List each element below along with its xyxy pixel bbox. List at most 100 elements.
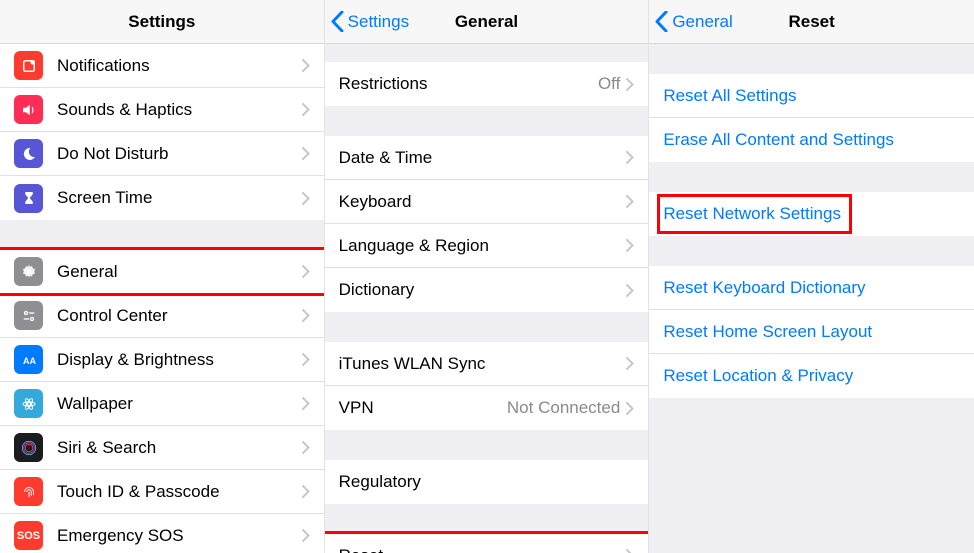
row-label: Keyboard: [339, 192, 627, 212]
row-display-brightness[interactable]: AA Display & Brightness: [0, 338, 324, 382]
row-label: Control Center: [57, 306, 302, 326]
row-label: Date & Time: [339, 148, 627, 168]
general-list[interactable]: Restrictions Off Date & Time Keyboard La…: [325, 44, 649, 553]
chevron-right-icon: [302, 103, 310, 116]
row-label: Erase All Content and Settings: [663, 130, 960, 150]
row-do-not-disturb[interactable]: Do Not Disturb: [0, 132, 324, 176]
fingerprint-icon: [14, 477, 43, 506]
row-regulatory[interactable]: Regulatory: [325, 460, 649, 504]
chevron-right-icon: [302, 309, 310, 322]
row-label: Reset All Settings: [663, 86, 960, 106]
row-label: Regulatory: [339, 472, 635, 492]
chevron-right-icon: [626, 151, 634, 164]
row-label: Language & Region: [339, 236, 627, 256]
row-vpn[interactable]: VPN Not Connected: [325, 386, 649, 430]
row-reset-all-settings[interactable]: Reset All Settings: [649, 74, 974, 118]
chevron-left-icon: [655, 11, 668, 32]
navbar-general: Settings General: [325, 0, 649, 44]
row-detail: Off: [598, 74, 620, 94]
row-label: Reset Location & Privacy: [663, 366, 960, 386]
row-label: Emergency SOS: [57, 526, 302, 546]
navbar-settings: Settings: [0, 0, 324, 44]
chevron-right-icon: [626, 78, 634, 91]
settings-pane: Settings Notifications Sounds & Haptics …: [0, 0, 325, 553]
back-label: General: [672, 12, 732, 32]
chevron-left-icon: [331, 11, 344, 32]
control-center-icon: [14, 301, 43, 330]
chevron-right-icon: [302, 265, 310, 278]
row-notifications[interactable]: Notifications: [0, 44, 324, 88]
sos-icon: SOS: [14, 521, 43, 550]
row-label: Reset Home Screen Layout: [663, 322, 960, 342]
chevron-right-icon: [302, 59, 310, 72]
row-label: Do Not Disturb: [57, 144, 302, 164]
siri-icon: [14, 433, 43, 462]
row-detail: Not Connected: [507, 398, 620, 418]
row-date-time[interactable]: Date & Time: [325, 136, 649, 180]
row-label: Reset: [339, 546, 627, 553]
chevron-right-icon: [626, 549, 634, 553]
reset-pane: General Reset Reset All Settings Erase A…: [649, 0, 974, 553]
row-touch-id-passcode[interactable]: Touch ID & Passcode: [0, 470, 324, 514]
row-label: Reset Network Settings: [663, 204, 960, 224]
chevron-right-icon: [626, 239, 634, 252]
gear-icon: [14, 257, 43, 286]
row-screen-time[interactable]: Screen Time: [0, 176, 324, 220]
nav-title: Settings: [0, 12, 324, 32]
chevron-right-icon: [302, 441, 310, 454]
row-label: Restrictions: [339, 74, 598, 94]
row-label: Touch ID & Passcode: [57, 482, 302, 502]
row-restrictions[interactable]: Restrictions Off: [325, 62, 649, 106]
chevron-right-icon: [302, 529, 310, 542]
row-emergency-sos[interactable]: SOS Emergency SOS: [0, 514, 324, 553]
reset-list[interactable]: Reset All Settings Erase All Content and…: [649, 44, 974, 553]
row-siri-search[interactable]: Siri & Search: [0, 426, 324, 470]
row-itunes-wlan[interactable]: iTunes WLAN Sync: [325, 342, 649, 386]
chevron-right-icon: [302, 353, 310, 366]
chevron-right-icon: [626, 357, 634, 370]
row-dictionary[interactable]: Dictionary: [325, 268, 649, 312]
notifications-icon: [14, 51, 43, 80]
chevron-right-icon: [626, 284, 634, 297]
row-label: Dictionary: [339, 280, 627, 300]
row-reset-home-layout[interactable]: Reset Home Screen Layout: [649, 310, 974, 354]
row-reset[interactable]: Reset: [325, 534, 649, 553]
row-label: Wallpaper: [57, 394, 302, 414]
navbar-reset: General Reset: [649, 0, 974, 44]
row-label: Sounds & Haptics: [57, 100, 302, 120]
row-erase-all[interactable]: Erase All Content and Settings: [649, 118, 974, 162]
row-sounds-haptics[interactable]: Sounds & Haptics: [0, 88, 324, 132]
row-label: Screen Time: [57, 188, 302, 208]
sounds-icon: [14, 95, 43, 124]
row-language-region[interactable]: Language & Region: [325, 224, 649, 268]
row-label: Notifications: [57, 56, 302, 76]
row-reset-location-privacy[interactable]: Reset Location & Privacy: [649, 354, 974, 398]
row-label: General: [57, 262, 302, 282]
chevron-right-icon: [302, 485, 310, 498]
back-to-settings[interactable]: Settings: [325, 11, 409, 32]
svg-text:AA: AA: [23, 355, 36, 365]
row-wallpaper[interactable]: Wallpaper: [0, 382, 324, 426]
row-keyboard[interactable]: Keyboard: [325, 180, 649, 224]
wallpaper-icon: [14, 389, 43, 418]
chevron-right-icon: [626, 402, 634, 415]
display-icon: AA: [14, 345, 43, 374]
row-general[interactable]: General: [0, 250, 324, 294]
row-reset-keyboard-dict[interactable]: Reset Keyboard Dictionary: [649, 266, 974, 310]
back-to-general[interactable]: General: [649, 11, 732, 32]
row-label: Reset Keyboard Dictionary: [663, 278, 960, 298]
moon-icon: [14, 139, 43, 168]
chevron-right-icon: [302, 192, 310, 205]
chevron-right-icon: [626, 195, 634, 208]
row-label: Siri & Search: [57, 438, 302, 458]
back-label: Settings: [348, 12, 409, 32]
chevron-right-icon: [302, 397, 310, 410]
row-label: Display & Brightness: [57, 350, 302, 370]
hourglass-icon: [14, 184, 43, 213]
row-label: VPN: [339, 398, 507, 418]
chevron-right-icon: [302, 147, 310, 160]
row-reset-network[interactable]: Reset Network Settings: [649, 192, 974, 236]
general-pane: Settings General Restrictions Off Date &…: [325, 0, 650, 553]
settings-list[interactable]: Notifications Sounds & Haptics Do Not Di…: [0, 44, 324, 553]
row-control-center[interactable]: Control Center: [0, 294, 324, 338]
